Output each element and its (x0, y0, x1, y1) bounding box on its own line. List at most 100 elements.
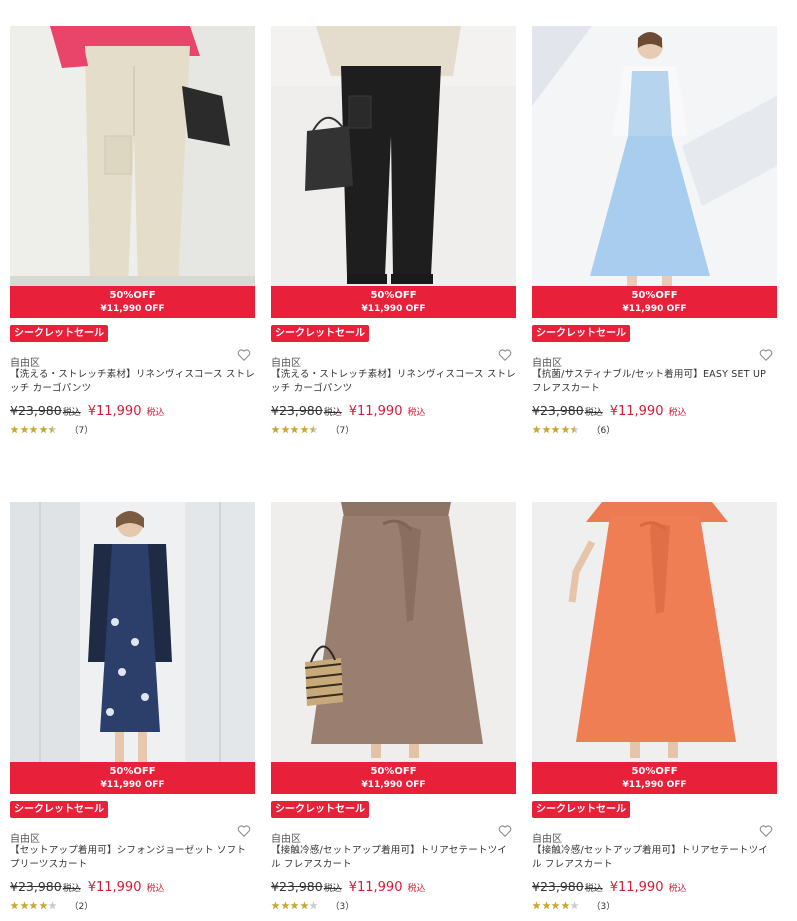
product-card[interactable]: 50%OFF ¥11,990 OFF シークレットセール 自由区 【洗える・スト… (271, 26, 516, 436)
discount-banner: 50%OFF ¥11,990 OFF (271, 762, 516, 794)
discount-amount: ¥11,990 OFF (361, 780, 426, 790)
sale-price: ¥11,990 (348, 880, 403, 895)
star-rating (271, 900, 319, 910)
star-icon (309, 424, 318, 433)
star-rating (10, 900, 58, 910)
discount-percent: 50%OFF (370, 290, 417, 301)
star-rating (532, 424, 580, 434)
product-card[interactable]: 50%OFF ¥11,990 OFF シークレットセール 自由区 【洗える・スト… (10, 26, 255, 436)
star-icon (570, 424, 579, 433)
price-row: ¥23,980税込 ¥11,990 税込 (532, 876, 777, 895)
review-count[interactable]: （6） (592, 423, 616, 436)
heart-outline-icon[interactable] (498, 348, 512, 362)
star-icon (541, 424, 551, 433)
product-card[interactable]: 50%OFF ¥11,990 OFF シークレットセール 自由区 【セットアップ… (10, 502, 255, 912)
sale-price: ¥11,990 (609, 404, 664, 419)
brand-row: 自由区 (532, 348, 777, 369)
heart-outline-icon[interactable] (759, 824, 773, 838)
discount-banner: 50%OFF ¥11,990 OFF (10, 286, 255, 318)
discount-percent: 50%OFF (109, 766, 156, 777)
product-name[interactable]: 【セットアップ着用可】シフォンジョーゼット ソフトプリーツスカート (10, 844, 255, 872)
discount-percent: 50%OFF (631, 766, 678, 777)
rating-row: （3） (532, 899, 777, 912)
discount-banner: 50%OFF ¥11,990 OFF (271, 286, 516, 318)
product-card[interactable]: 50%OFF ¥11,990 OFF シークレットセール 自由区 【接触冷感/セ… (271, 502, 516, 912)
discount-amount: ¥11,990 OFF (622, 304, 687, 314)
product-name[interactable]: 【洗える・ストレッチ素材】リネンヴィスコース ストレッチ カーゴパンツ (271, 368, 516, 396)
discount-percent: 50%OFF (631, 290, 678, 301)
brand-row: 自由区 (271, 348, 516, 369)
star-rating (10, 424, 58, 434)
sale-tax-label: 税込 (146, 408, 165, 418)
sale-price: ¥11,990 (87, 404, 142, 419)
original-price: ¥23,980 (271, 403, 323, 418)
product-image[interactable] (532, 26, 777, 286)
star-icon (532, 424, 541, 433)
heart-outline-icon[interactable] (237, 348, 251, 362)
product-name[interactable]: 【接触冷感/セットアップ着用可】トリアセテートツイル フレアスカート (532, 844, 777, 872)
star-icon (299, 424, 309, 433)
original-tax-label: 税込 (62, 884, 81, 894)
product-image[interactable] (271, 502, 516, 762)
product-image[interactable] (10, 26, 255, 286)
discount-amount: ¥11,990 OFF (100, 304, 165, 314)
review-count[interactable]: （2） (70, 899, 94, 912)
heart-outline-icon[interactable] (237, 824, 251, 838)
discount-amount: ¥11,990 OFF (361, 304, 426, 314)
brand-name[interactable]: 自由区 (10, 834, 40, 845)
star-rating (271, 424, 319, 434)
brand-name[interactable]: 自由区 (271, 358, 301, 369)
product-card[interactable]: 50%OFF ¥11,990 OFF シークレットセール 自由区 【抗菌/サステ… (532, 26, 777, 436)
price-row: ¥23,980税込 ¥11,990 税込 (532, 400, 777, 419)
star-icon (29, 900, 38, 909)
original-tax-label: 税込 (62, 408, 81, 418)
brand-row: 自由区 (532, 824, 777, 845)
star-icon (38, 424, 48, 433)
sale-tax-label: 税込 (146, 884, 165, 894)
original-tax-label: 税込 (323, 408, 342, 418)
star-icon (48, 424, 57, 433)
star-icon (560, 424, 570, 433)
review-count[interactable]: （7） (70, 423, 94, 436)
secret-sale-badge: シークレットセール (271, 801, 369, 818)
product-image[interactable] (532, 502, 777, 762)
product-card[interactable]: 50%OFF ¥11,990 OFF シークレットセール 自由区 【接触冷感/セ… (532, 502, 777, 912)
original-price: ¥23,980 (271, 879, 323, 894)
secret-sale-badge: シークレットセール (532, 325, 630, 342)
product-image[interactable] (271, 26, 516, 286)
star-icon (290, 900, 299, 909)
product-name[interactable]: 【接触冷感/セットアップ着用可】トリアセテートツイル フレアスカート (271, 844, 516, 872)
brand-name[interactable]: 自由区 (532, 358, 562, 369)
star-icon (10, 900, 19, 909)
brand-name[interactable]: 自由区 (532, 834, 562, 845)
star-icon (551, 424, 560, 433)
price-row: ¥23,980税込 ¥11,990 税込 (271, 876, 516, 895)
product-name[interactable]: 【抗菌/サスティナブル/セット着用可】EASY SET UP フレアスカート (532, 368, 777, 396)
original-price: ¥23,980 (10, 879, 62, 894)
star-icon (271, 900, 280, 909)
rating-row: （3） (271, 899, 516, 912)
heart-outline-icon[interactable] (759, 348, 773, 362)
sale-tax-label: 税込 (407, 884, 426, 894)
star-icon (570, 900, 579, 909)
star-icon (280, 900, 290, 909)
brand-name[interactable]: 自由区 (10, 358, 40, 369)
original-price: ¥23,980 (10, 403, 62, 418)
product-name[interactable]: 【洗える・ストレッチ素材】リネンヴィスコース ストレッチ カーゴパンツ (10, 368, 255, 396)
star-icon (19, 900, 29, 909)
sale-price: ¥11,990 (348, 404, 403, 419)
original-tax-label: 税込 (323, 884, 342, 894)
review-count[interactable]: （3） (331, 899, 355, 912)
brand-name[interactable]: 自由区 (271, 834, 301, 845)
star-icon (29, 424, 38, 433)
sale-price: ¥11,990 (87, 880, 142, 895)
sale-tax-label: 税込 (668, 884, 687, 894)
review-count[interactable]: （7） (331, 423, 355, 436)
review-count[interactable]: （3） (592, 899, 616, 912)
heart-outline-icon[interactable] (498, 824, 512, 838)
product-image[interactable] (10, 502, 255, 762)
discount-banner: 50%OFF ¥11,990 OFF (532, 286, 777, 318)
rating-row: （7） (271, 423, 516, 436)
secret-sale-badge: シークレットセール (10, 325, 108, 342)
brand-row: 自由区 (10, 348, 255, 369)
